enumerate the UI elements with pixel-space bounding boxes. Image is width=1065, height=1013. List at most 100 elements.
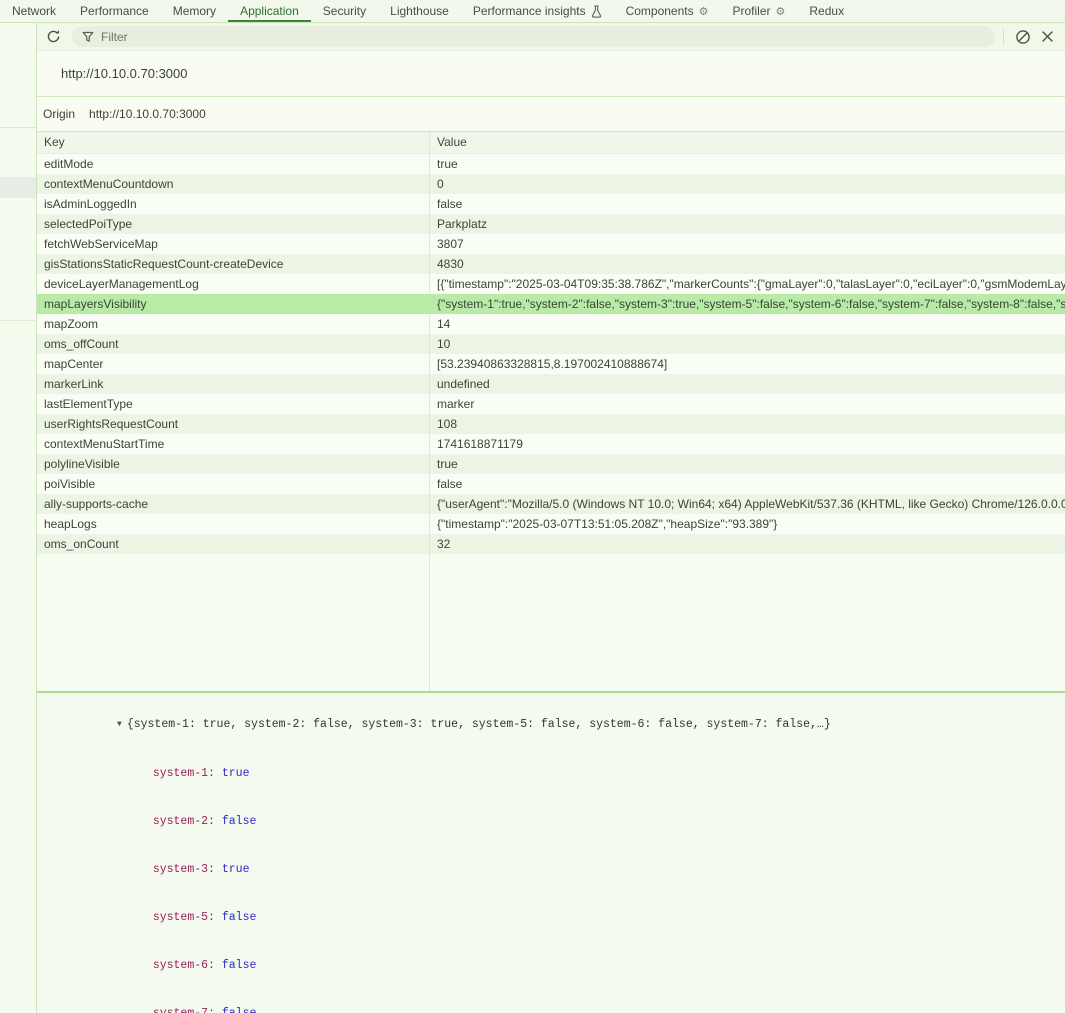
row-key: editMode <box>37 154 430 174</box>
row-key: heapLogs <box>37 514 430 534</box>
row-key: oms_onCount <box>37 534 430 554</box>
table-row[interactable]: polylineVisible true <box>37 454 1065 474</box>
tab-lighthouse[interactable]: Lighthouse <box>378 0 461 22</box>
tab-components[interactable]: Components ⚙ <box>614 0 721 22</box>
origin-row: Origin http://10.10.0.70:3000 <box>37 97 1065 132</box>
table-row[interactable]: oms_offCount 10 <box>37 334 1065 354</box>
tab-network[interactable]: Network <box>0 0 68 22</box>
row-value: {"timestamp":"2025-03-07T13:51:05.208Z",… <box>430 514 1065 534</box>
row-value: 4830 <box>430 254 1065 274</box>
tab-profiler[interactable]: Profiler ⚙ <box>721 0 798 22</box>
table-row[interactable]: contextMenuCountdown 0 <box>37 174 1065 194</box>
flask-icon <box>591 5 602 18</box>
gear-icon: ⚙ <box>776 6 786 17</box>
preview-root: ▼{system-1: true, system-2: false, syste… <box>37 702 1065 747</box>
table-row[interactable]: deviceLayerManagementLog [{"timestamp":"… <box>37 274 1065 294</box>
preview-entry: system-6false <box>37 942 1065 990</box>
table-row[interactable]: heapLogs {"timestamp":"2025-03-07T13:51:… <box>37 514 1065 534</box>
table-row[interactable]: ally-supports-cache {"userAgent":"Mozill… <box>37 494 1065 514</box>
table-row[interactable]: mapCenter [53.23940863328815,8.197002410… <box>37 354 1065 374</box>
preview-entry: system-2false <box>37 798 1065 846</box>
tab-security[interactable]: Security <box>311 0 378 22</box>
clear-all-button[interactable] <box>1011 25 1035 49</box>
row-key: mapLayersVisibility <box>37 294 430 314</box>
table-row[interactable]: mapLayersVisibility {"system-1":true,"sy… <box>37 294 1065 314</box>
row-key: contextMenuStartTime <box>37 434 430 454</box>
tab-application[interactable]: Application <box>228 0 311 22</box>
row-value: 0 <box>430 174 1065 194</box>
storage-sidebar <box>0 23 37 1013</box>
filter-input[interactable] <box>101 30 985 44</box>
table-row[interactable]: oms_onCount 32 <box>37 534 1065 554</box>
row-key: isAdminLoggedIn <box>37 194 430 214</box>
row-value: [53.23940863328815,8.197002410888674] <box>430 354 1065 374</box>
tab-performance-insights[interactable]: Performance insights <box>461 0 614 22</box>
row-key: selectedPoiType <box>37 214 430 234</box>
row-key: userRightsRequestCount <box>37 414 430 434</box>
row-key: fetchWebServiceMap <box>37 234 430 254</box>
tab-memory[interactable]: Memory <box>161 0 228 22</box>
table-row[interactable]: contextMenuStartTime 1741618871179 <box>37 434 1065 454</box>
row-key: mapCenter <box>37 354 430 374</box>
row-value: true <box>430 454 1065 474</box>
tab-redux[interactable]: Redux <box>797 0 856 22</box>
filter-pill <box>72 26 995 47</box>
origin-value: http://10.10.0.70:3000 <box>89 107 206 121</box>
storage-toolbar <box>37 23 1065 51</box>
table-row[interactable]: gisStationsStaticRequestCount-createDevi… <box>37 254 1065 274</box>
sidebar-divider <box>0 320 36 321</box>
row-value: {"system-1":true,"system-2":false,"syste… <box>430 294 1065 314</box>
row-value: 14 <box>430 314 1065 334</box>
row-value: false <box>430 474 1065 494</box>
chevron-expanded-icon[interactable]: ▼ <box>117 717 122 732</box>
row-key: mapZoom <box>37 314 430 334</box>
sidebar-selected-item[interactable] <box>0 177 36 198</box>
column-header-value: Value <box>430 132 1065 153</box>
row-value: 10 <box>430 334 1065 354</box>
refresh-button[interactable] <box>41 25 65 49</box>
table-row[interactable]: userRightsRequestCount 108 <box>37 414 1065 434</box>
table-row[interactable]: editMode true <box>37 154 1065 174</box>
devtools-window: Network Performance Memory Application S… <box>0 0 1065 1013</box>
value-preview-panel: ▼{system-1: true, system-2: false, syste… <box>37 691 1065 1013</box>
preview-entry: system-7false <box>37 990 1065 1013</box>
funnel-icon <box>82 31 94 43</box>
row-value: {"userAgent":"Mozilla/5.0 (Windows NT 10… <box>430 494 1065 514</box>
table-row[interactable]: markerLink undefined <box>37 374 1065 394</box>
column-header-key: Key <box>37 132 430 153</box>
row-value: 108 <box>430 414 1065 434</box>
devtools-tabbar: Network Performance Memory Application S… <box>0 0 1065 23</box>
toolbar-divider <box>1003 28 1004 46</box>
row-key: lastElementType <box>37 394 430 414</box>
refresh-icon <box>46 29 61 44</box>
preview-entry: system-5false <box>37 894 1065 942</box>
delete-selected-button[interactable] <box>1035 25 1059 49</box>
table-header: Key Value <box>37 132 1065 154</box>
origin-label: Origin <box>43 107 75 121</box>
row-key: ally-supports-cache <box>37 494 430 514</box>
row-key: contextMenuCountdown <box>37 174 430 194</box>
table-row[interactable]: selectedPoiType Parkplatz <box>37 214 1065 234</box>
row-value: Parkplatz <box>430 214 1065 234</box>
table-empty-area <box>37 554 1065 691</box>
table-row[interactable]: lastElementType marker <box>37 394 1065 414</box>
row-value: 32 <box>430 534 1065 554</box>
preview-entry: system-3true <box>37 846 1065 894</box>
row-value: 1741618871179 <box>430 434 1065 454</box>
row-value: undefined <box>430 374 1065 394</box>
preview-entry: system-1true <box>37 750 1065 798</box>
storage-title: http://10.10.0.70:3000 <box>37 51 1065 97</box>
table-body: editMode true contextMenuCountdown 0 isA… <box>37 154 1065 554</box>
close-icon <box>1041 30 1054 43</box>
row-value: marker <box>430 394 1065 414</box>
gear-icon: ⚙ <box>699 6 709 17</box>
table-row[interactable]: isAdminLoggedIn false <box>37 194 1065 214</box>
table-row[interactable]: poiVisible false <box>37 474 1065 494</box>
sidebar-divider <box>0 127 36 128</box>
row-key: markerLink <box>37 374 430 394</box>
row-value: 3807 <box>430 234 1065 254</box>
row-value: [{"timestamp":"2025-03-04T09:35:38.786Z"… <box>430 274 1065 294</box>
table-row[interactable]: fetchWebServiceMap 3807 <box>37 234 1065 254</box>
tab-performance[interactable]: Performance <box>68 0 161 22</box>
table-row[interactable]: mapZoom 14 <box>37 314 1065 334</box>
